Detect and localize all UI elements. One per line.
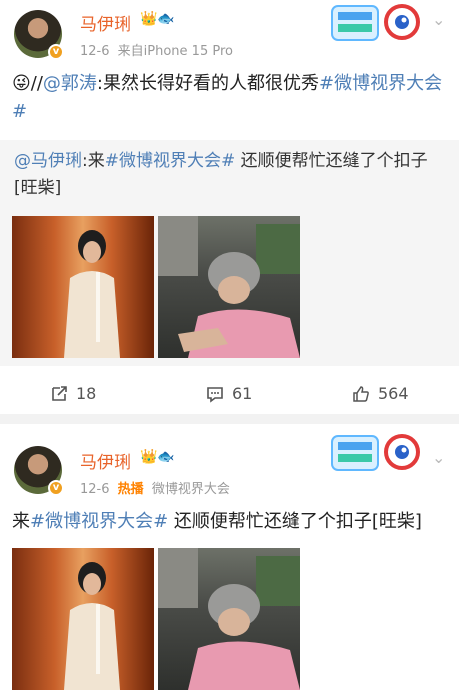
member-crown-icon: 👑🐟 (140, 11, 175, 27)
post-source: 来自iPhone 15 Pro (117, 44, 233, 59)
action-bar: 18 61 564 (0, 374, 459, 414)
post-text-a: 来 (12, 511, 30, 532)
hot-label: 热播 (117, 482, 144, 497)
post-date: 12-6 (80, 44, 110, 59)
repost-button[interactable]: 18 (50, 384, 96, 403)
photo-1[interactable] (12, 216, 154, 358)
repost-separator: // (30, 73, 43, 94)
tongue-out-emoji-icon: 😜 (12, 73, 31, 94)
repost-count: 18 (76, 384, 97, 403)
repost-text-a: :来 (82, 151, 105, 171)
post-card-2: v 马伊琍 👑🐟 12-6 热播 微博视界大会 ⌄ 来#微博视界大会# 还顺便帮… (0, 424, 459, 690)
post-meta: 12-6 热播 微博视界大会 (80, 478, 230, 497)
national-day-sticker-icon (331, 434, 420, 471)
thumbs-up-icon (353, 385, 369, 402)
repost-box[interactable]: @马伊琍:来#微博视界大会# 还顺便帮忙还缝了个扣子[旺柴] (0, 140, 459, 366)
post-card-1: v 马伊琍 👑🐟 12-6 来自iPhone 15 Pro ⌄ 😜//@郭涛:果… (0, 0, 459, 414)
post-text: 😜//@郭涛:果然长得好看的人都很优秀#微博视界大会# (12, 70, 448, 126)
post-source[interactable]: 微博视界大会 (152, 482, 230, 497)
like-button[interactable]: 564 (352, 384, 409, 403)
repost-mention-link[interactable]: @马伊琍 (14, 151, 82, 171)
verified-badge-icon: v (48, 480, 64, 496)
photo-2[interactable] (158, 216, 300, 358)
username[interactable]: 马伊琍 (80, 448, 131, 473)
comment-count: 61 (232, 384, 253, 403)
comment-icon (207, 386, 223, 403)
mention-link[interactable]: @郭涛 (43, 73, 97, 94)
photo-2[interactable] (158, 548, 300, 690)
chevron-down-icon[interactable]: ⌄ (432, 10, 445, 29)
comment-button[interactable]: 61 (206, 384, 252, 403)
post-text: 来#微博视界大会# 还顺便帮忙还缝了个扣子[旺柴] (12, 508, 448, 536)
hashtag-link[interactable]: #微博视界大会# (30, 511, 168, 532)
member-crown-icon: 👑🐟 (140, 449, 175, 465)
post-text-main: :果然长得好看的人都很优秀 (96, 73, 319, 94)
repost-icon (52, 385, 67, 401)
photo-1[interactable] (12, 548, 154, 690)
chevron-down-icon[interactable]: ⌄ (432, 448, 445, 467)
repost-hashtag-link[interactable]: #微博视界大会# (105, 151, 236, 171)
repost-text: @马伊琍:来#微博视界大会# 还顺便帮忙还缝了个扣子[旺柴] (14, 148, 444, 202)
like-count: 564 (378, 384, 409, 403)
avatar[interactable]: v (14, 446, 64, 496)
post-separator (0, 414, 459, 424)
username[interactable]: 马伊琍 (80, 10, 131, 35)
post-date: 12-6 (80, 482, 110, 497)
national-day-sticker-icon (331, 4, 420, 41)
post-meta: 12-6 来自iPhone 15 Pro (80, 40, 233, 59)
verified-badge-icon: v (48, 44, 64, 60)
post-text-b: 还顺便帮忙还缝了个扣子[旺柴] (168, 511, 422, 532)
avatar[interactable]: v (14, 10, 64, 60)
